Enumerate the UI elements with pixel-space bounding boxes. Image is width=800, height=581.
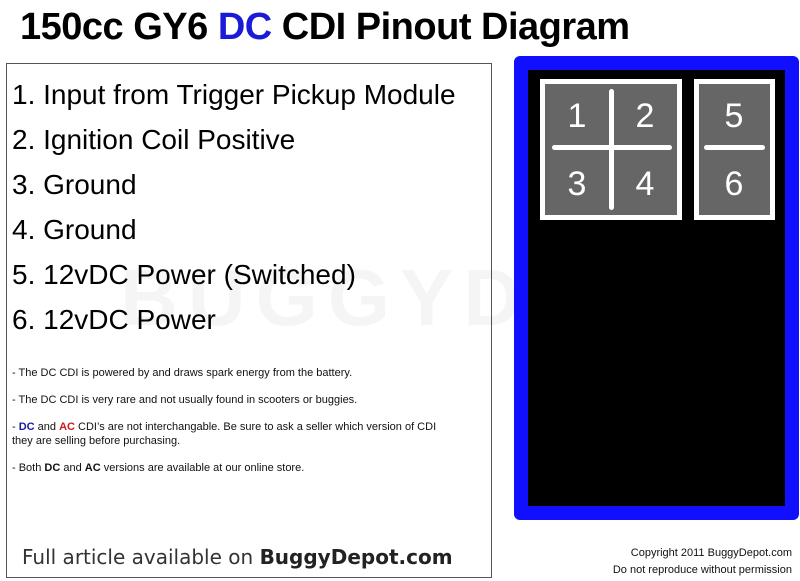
pin-item: 4. Ground (12, 214, 137, 245)
pin-item: 6. 12vDC Power (12, 304, 216, 335)
divider (704, 145, 765, 150)
pin-2: 2 (635, 97, 655, 135)
pin-item: 3. Ground (12, 169, 137, 200)
pin-4: 4 (635, 165, 655, 203)
pin-5: 5 (724, 97, 744, 135)
title-text-2: CDI Pinout Diagram (271, 6, 630, 48)
article-site[interactable]: BuggyDepot.com (260, 545, 453, 569)
copyright-line: Copyright 2011 BuggyDepot.com (630, 547, 792, 559)
pin-6: 6 (724, 165, 744, 203)
notes: - The DC CDI is powered by and draws spa… (12, 366, 482, 488)
note: - The DC CDI is powered by and draws spa… (12, 367, 353, 379)
ac-label: AC (84, 462, 101, 474)
pin-3: 3 (567, 165, 587, 203)
note-text: versions are available at our online sto… (100, 462, 305, 474)
page-title: 150cc GY6 DC CDI Pinout Diagram (20, 6, 630, 49)
note-text: and (34, 421, 60, 433)
title-text: 150cc GY6 (20, 6, 218, 48)
pin-1: 1 (567, 97, 587, 135)
note: - The DC CDI is very rare and not usuall… (12, 394, 358, 406)
copyright: Copyright 2011 BuggyDepot.com Do not rep… (613, 545, 792, 579)
pin-item: 1. Input from Trigger Pickup Module (12, 79, 456, 110)
article-link[interactable]: Full article available on BuggyDepot.com (22, 545, 453, 569)
dc-label: DC (44, 462, 61, 474)
copyright-line: Do not reproduce without permission (612, 564, 792, 576)
pin-list: 1. Input from Trigger Pickup Module 2. I… (12, 72, 456, 342)
note: - DC and AC CDI’s are not interchangable… (12, 420, 442, 448)
note-text: - Both (12, 462, 45, 474)
article-text: Full article available on (22, 545, 260, 569)
pin-item: 5. 12vDC Power (Switched) (12, 259, 356, 290)
note: - Both DC and AC versions are available … (12, 461, 482, 475)
pin-item: 2. Ignition Coil Positive (12, 124, 296, 155)
ac-label: AC (59, 421, 75, 433)
title-dc: DC (217, 6, 272, 48)
note-text: CDI’s are not interchangable. Be sure to… (12, 421, 437, 447)
note-text: and (60, 462, 85, 474)
divider (552, 145, 672, 150)
note-text: - (12, 421, 19, 433)
dc-label: DC (18, 421, 35, 433)
